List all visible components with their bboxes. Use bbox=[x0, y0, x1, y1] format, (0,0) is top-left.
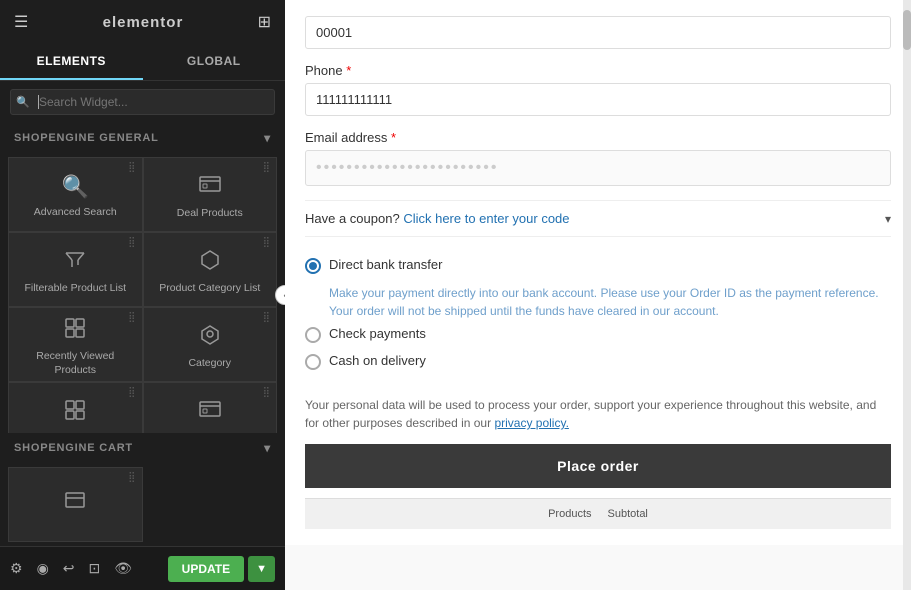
chevron-down-icon-cart: ▾ bbox=[264, 441, 271, 455]
privacy-text: Your personal data will be used to proce… bbox=[305, 390, 891, 444]
email-field-group: Email address * bbox=[305, 130, 891, 186]
widget-label-currency-switcher: Currency Switcher bbox=[32, 432, 118, 433]
widget-label-deal-products: Deal Products bbox=[177, 207, 243, 221]
privacy-policy-link[interactable]: privacy policy. bbox=[494, 416, 568, 430]
widget-product-category-list[interactable]: ⣿ Product Category List bbox=[143, 232, 278, 307]
form-section: Phone * Email address * Have a coupon? C… bbox=[285, 0, 911, 545]
drag-handle: ⣿ bbox=[128, 162, 135, 173]
widget-filterable-product-list[interactable]: ⣿ Filterable Product List bbox=[8, 232, 143, 307]
cursor-blink bbox=[38, 95, 39, 109]
filterable-product-list-icon bbox=[63, 248, 87, 276]
place-order-button[interactable]: Place order bbox=[305, 444, 891, 488]
scrollbar[interactable] bbox=[903, 0, 911, 590]
bottom-toolbar: ⚙ ◉ ↩ ⊡ 👁 UPDATE ▼ bbox=[0, 546, 285, 590]
drag-handle: ⣿ bbox=[128, 237, 135, 248]
zip-input[interactable] bbox=[305, 16, 891, 49]
search-input[interactable] bbox=[10, 89, 275, 115]
widget-label-advanced-search: Advanced Search bbox=[34, 206, 117, 220]
drag-handle: ⣿ bbox=[263, 162, 270, 173]
top-bar: ☰ elementor ⊞ bbox=[0, 0, 285, 44]
currency-switcher-icon bbox=[63, 398, 87, 426]
phone-input[interactable] bbox=[305, 83, 891, 116]
search-icon-wrap bbox=[10, 89, 275, 115]
widget-label-filterable-product-list: Filterable Product List bbox=[24, 282, 126, 296]
widget-advanced-search[interactable]: ⣿ 🔍 Advanced Search bbox=[8, 157, 143, 232]
bottom-tab-bar: Products Subtotal bbox=[305, 498, 891, 529]
check-payments-label: Check payments bbox=[329, 326, 426, 341]
preview-icon[interactable]: 👁 bbox=[114, 560, 132, 577]
section-label: SHOPENGINE GENERAL bbox=[14, 132, 159, 144]
layers-icon[interactable]: ◉ bbox=[37, 560, 49, 577]
direct-bank-label: Direct bank transfer bbox=[329, 257, 442, 272]
widget-label-category: Category bbox=[188, 357, 231, 371]
app-title: elementor bbox=[103, 14, 184, 31]
drag-handle: ⣿ bbox=[128, 472, 135, 483]
coupon-chevron-down-icon: ▾ bbox=[885, 212, 891, 226]
direct-bank-description: Make your payment directly into our bank… bbox=[329, 284, 891, 320]
bottom-icons: ⚙ ◉ ↩ ⊡ 👁 bbox=[10, 560, 132, 577]
grid-icon[interactable]: ⊞ bbox=[258, 12, 271, 32]
drag-handle: ⣿ bbox=[128, 312, 135, 323]
tab-elements[interactable]: ELEMENTS bbox=[0, 44, 143, 80]
settings-icon[interactable]: ⚙ bbox=[10, 560, 23, 577]
product-category-list-icon bbox=[198, 248, 222, 276]
widget-recently-viewed-products[interactable]: ⣿ Recently Viewed Products bbox=[8, 307, 143, 382]
responsive-icon[interactable]: ⊡ bbox=[89, 560, 101, 577]
phone-label: Phone * bbox=[305, 63, 891, 78]
flash-sale-products-icon bbox=[198, 398, 222, 426]
widget-category[interactable]: ⣿ Category bbox=[143, 307, 278, 382]
drag-handle: ⣿ bbox=[263, 237, 270, 248]
search-bar bbox=[0, 81, 285, 123]
drag-handle: ⣿ bbox=[263, 387, 270, 398]
email-label: Email address * bbox=[305, 130, 891, 145]
chevron-down-icon: ▾ bbox=[264, 131, 271, 145]
radio-check-payments[interactable] bbox=[305, 327, 321, 343]
radio-cash-on-delivery[interactable] bbox=[305, 354, 321, 370]
right-panel: Phone * Email address * Have a coupon? C… bbox=[285, 0, 911, 590]
zip-field-group bbox=[305, 16, 891, 49]
shopengine-general-header[interactable]: SHOPENGINE GENERAL ▾ bbox=[0, 123, 285, 153]
phone-field-group: Phone * bbox=[305, 63, 891, 116]
recently-viewed-icon bbox=[63, 316, 87, 344]
update-button[interactable]: UPDATE bbox=[168, 556, 244, 582]
radio-direct-bank[interactable] bbox=[305, 258, 321, 274]
history-icon[interactable]: ↩ bbox=[63, 560, 75, 577]
payment-section: Direct bank transfer Make your payment d… bbox=[305, 247, 891, 390]
payment-direct-bank[interactable]: Direct bank transfer bbox=[305, 257, 891, 274]
email-required: * bbox=[391, 130, 396, 145]
tab-global[interactable]: GLOBAL bbox=[143, 44, 286, 80]
advanced-search-icon: 🔍 bbox=[62, 174, 89, 200]
left-panel: ☰ elementor ⊞ ELEMENTS GLOBAL SHOPENGINE… bbox=[0, 0, 285, 590]
widget-cart[interactable]: ⣿ bbox=[8, 467, 143, 542]
category-icon bbox=[198, 323, 222, 351]
cash-on-delivery-label: Cash on delivery bbox=[329, 353, 426, 368]
update-arrow-button[interactable]: ▼ bbox=[248, 556, 275, 582]
deal-products-icon bbox=[198, 173, 222, 201]
payment-cash[interactable]: Cash on delivery bbox=[305, 353, 891, 370]
cart-icon bbox=[63, 490, 87, 518]
widget-label-flash-sale-products: Flash Sale Products bbox=[163, 432, 257, 433]
scrollbar-thumb[interactable] bbox=[903, 10, 911, 50]
email-input[interactable] bbox=[305, 150, 891, 186]
widget-currency-switcher[interactable]: ⣿ Currency Switcher bbox=[8, 382, 143, 433]
drag-handle: ⣿ bbox=[128, 387, 135, 398]
hamburger-icon[interactable]: ☰ bbox=[14, 12, 28, 32]
drag-handle: ⣿ bbox=[263, 312, 270, 323]
tabs-bar: ELEMENTS GLOBAL bbox=[0, 44, 285, 81]
cart-widgets-row: ⣿ bbox=[0, 463, 285, 546]
cart-section-label: SHOPENGINE CART bbox=[14, 442, 133, 454]
phone-required: * bbox=[346, 63, 351, 78]
widgets-grid: ⣿ 🔍 Advanced Search ⣿ Deal Products ⣿ bbox=[0, 153, 285, 433]
coupon-text: Have a coupon? Click here to enter your … bbox=[305, 211, 570, 226]
widget-deal-products[interactable]: ⣿ Deal Products bbox=[143, 157, 278, 232]
widget-label-product-category-list: Product Category List bbox=[159, 282, 260, 296]
bottom-tab-products[interactable]: Products bbox=[542, 505, 597, 523]
widget-flash-sale-products[interactable]: ⣿ Flash Sale Products bbox=[143, 382, 278, 433]
widget-label-recently-viewed-products: Recently Viewed Products bbox=[15, 350, 136, 377]
shopengine-cart-header[interactable]: SHOPENGINE CART ▾ bbox=[0, 433, 285, 463]
payment-check[interactable]: Check payments bbox=[305, 326, 891, 343]
bottom-tab-subtotal[interactable]: Subtotal bbox=[602, 505, 654, 523]
coupon-row: Have a coupon? Click here to enter your … bbox=[305, 200, 891, 237]
coupon-link[interactable]: Click here to enter your code bbox=[403, 211, 569, 226]
